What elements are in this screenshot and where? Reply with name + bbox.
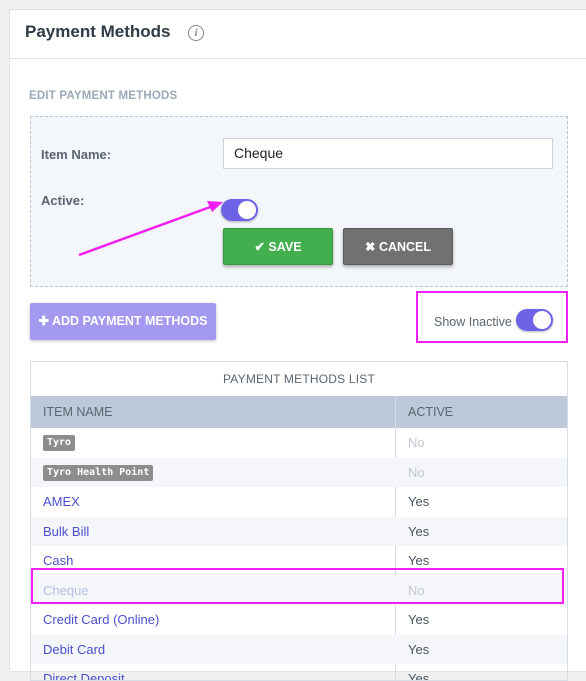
annotation-arrow-icon [78, 201, 223, 257]
